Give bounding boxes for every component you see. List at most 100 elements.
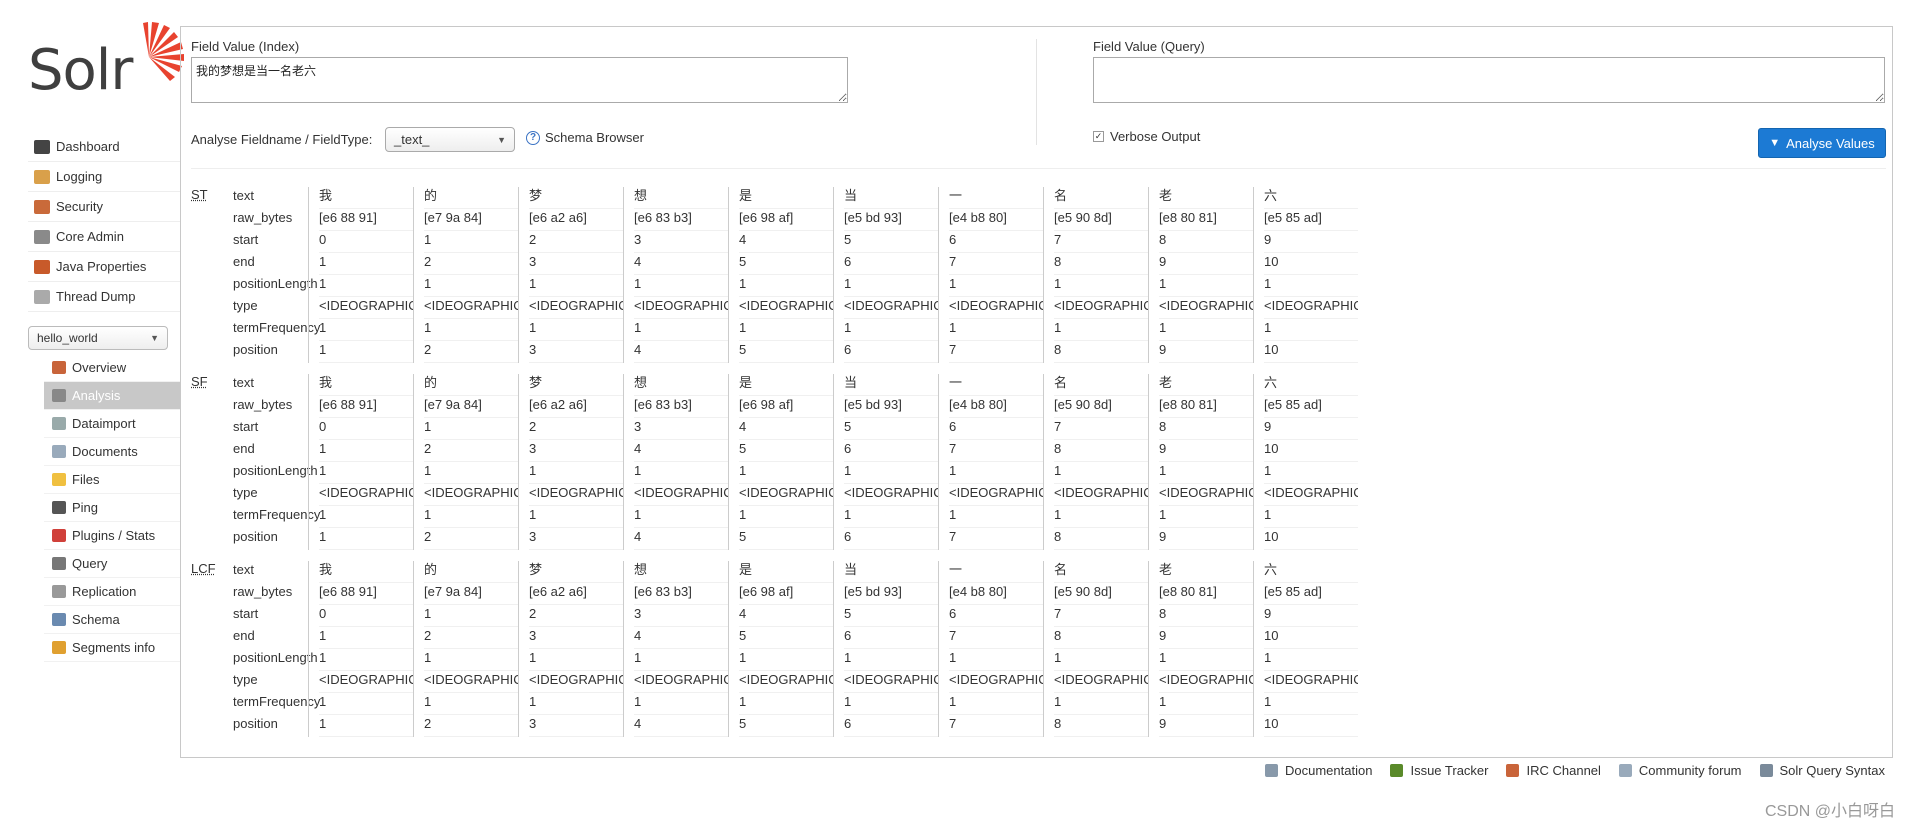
token-type: <IDEOGRAPHIC> — [1054, 671, 1148, 693]
core-nav-item-files[interactable]: Files — [44, 466, 180, 494]
stage-name[interactable]: SF — [191, 374, 208, 389]
token-end: 9 — [1159, 627, 1253, 649]
footer-link-documentation[interactable]: Documentation — [1265, 763, 1372, 778]
token-end: 7 — [949, 440, 1043, 462]
token-type: <IDEOGRAPHIC> — [1159, 484, 1253, 506]
verbose-output-checkbox[interactable]: ✓ Verbose Output — [1093, 129, 1200, 144]
core-nav-item-schema[interactable]: Schema — [44, 606, 180, 634]
token-end: 2 — [424, 627, 518, 649]
nav-item-thread-dump[interactable]: Thread Dump — [28, 282, 180, 312]
core-nav-item-label: Ping — [72, 500, 99, 515]
token-start: 1 — [424, 605, 518, 627]
token-text: 的 — [424, 187, 518, 209]
token-position: 2 — [424, 341, 518, 363]
core-nav-item-label: Files — [72, 472, 100, 487]
core-nav-item-label: Overview — [72, 360, 127, 375]
dataimport-icon — [52, 417, 66, 430]
core-nav-item-replication[interactable]: Replication — [44, 578, 180, 606]
token-column: 是[e6 98 af]451<IDEOGRAPHIC>15 — [728, 187, 833, 363]
token-text: 当 — [844, 561, 938, 583]
core-nav-item-ping[interactable]: Ping — [44, 494, 180, 522]
fieldtype-select[interactable]: _text_ ▼ — [385, 127, 515, 152]
query-value-field[interactable] — [1093, 57, 1885, 103]
token-positionlength: 1 — [424, 462, 518, 484]
token-text: 老 — [1159, 187, 1253, 209]
footer-link-community-forum[interactable]: Community forum — [1618, 763, 1742, 778]
analysis-icon — [52, 389, 66, 402]
nav-item-label: Java Properties — [56, 259, 147, 274]
token-end: 9 — [1159, 253, 1253, 275]
token-start: 7 — [1054, 231, 1148, 253]
token-raw_bytes: [e5 bd 93] — [844, 583, 938, 605]
nav-item-dashboard[interactable]: Dashboard — [28, 132, 180, 162]
nav-item-java-properties[interactable]: Java Properties — [28, 252, 180, 282]
token-column: 当[e5 bd 93]561<IDEOGRAPHIC>16 — [833, 374, 938, 550]
core-nav-item-segments-info[interactable]: Segments info — [44, 634, 180, 662]
token-raw_bytes: [e6 a2 a6] — [529, 209, 623, 231]
token-end: 4 — [634, 253, 728, 275]
token-type: <IDEOGRAPHIC> — [634, 671, 728, 693]
analyse-values-button[interactable]: ▼ Analyse Values — [1758, 128, 1886, 158]
divider — [1036, 39, 1037, 145]
token-type: <IDEOGRAPHIC> — [1264, 484, 1358, 506]
footer-link-solr-query-syntax[interactable]: Solr Query Syntax — [1759, 763, 1885, 778]
footer-link-label: IRC Channel — [1526, 763, 1601, 778]
token-positionlength: 1 — [1264, 275, 1358, 297]
token-position: 6 — [844, 341, 938, 363]
footer-link-irc-channel[interactable]: IRC Channel — [1506, 763, 1601, 778]
footer-link-issue-tracker[interactable]: Issue Tracker — [1390, 763, 1488, 778]
token-termfrequency: 1 — [949, 319, 1043, 341]
token-type: <IDEOGRAPHIC> — [949, 297, 1043, 319]
nav-item-security[interactable]: Security — [28, 192, 180, 222]
thread-dump-icon — [34, 289, 50, 304]
core-nav-item-plugins-stats[interactable]: Plugins / Stats — [44, 522, 180, 550]
token-text: 当 — [844, 374, 938, 396]
nav-item-core-admin[interactable]: Core Admin — [28, 222, 180, 252]
token-raw_bytes: [e4 b8 80] — [949, 209, 1043, 231]
token-type: <IDEOGRAPHIC> — [424, 671, 518, 693]
token-end: 9 — [1159, 440, 1253, 462]
stage-name[interactable]: ST — [191, 187, 208, 202]
token-position: 4 — [634, 715, 728, 737]
solr-logo[interactable]: Solr — [28, 20, 184, 103]
nav-item-logging[interactable]: Logging — [28, 162, 180, 192]
token-column: 名[e5 90 8d]781<IDEOGRAPHIC>18 — [1043, 374, 1148, 550]
token-type: <IDEOGRAPHIC> — [319, 484, 413, 506]
token-start: 2 — [529, 231, 623, 253]
token-positionlength: 1 — [1159, 462, 1253, 484]
token-start: 0 — [319, 605, 413, 627]
token-end: 5 — [739, 253, 833, 275]
token-end: 6 — [844, 627, 938, 649]
token-positionlength: 1 — [529, 649, 623, 671]
token-position: 7 — [949, 528, 1043, 550]
core-nav-item-analysis[interactable]: Analysis — [44, 382, 180, 410]
token-positionlength: 1 — [1054, 649, 1148, 671]
token-column: 是[e6 98 af]451<IDEOGRAPHIC>15 — [728, 374, 833, 550]
token-termfrequency: 1 — [319, 693, 413, 715]
index-value-label: Field Value (Index) — [191, 39, 300, 54]
divider — [191, 168, 1886, 169]
core-nav-item-documents[interactable]: Documents — [44, 438, 180, 466]
core-selector[interactable]: hello_world ▼ — [28, 326, 168, 350]
token-start: 8 — [1159, 231, 1253, 253]
token-termfrequency: 1 — [634, 506, 728, 528]
token-type: <IDEOGRAPHIC> — [634, 484, 728, 506]
index-value-field[interactable]: 我的梦想是当一名老六 — [191, 57, 848, 103]
schema-icon — [52, 613, 66, 626]
core-nav: Overview Analysis Dataimport Documents Files… — [44, 354, 180, 662]
core-nav-item-query[interactable]: Query — [44, 550, 180, 578]
token-text: 梦 — [529, 187, 623, 209]
core-nav-item-overview[interactable]: Overview — [44, 354, 180, 382]
token-end: 5 — [739, 627, 833, 649]
token-text: 想 — [634, 561, 728, 583]
token-text: 我 — [319, 187, 413, 209]
token-position: 4 — [634, 341, 728, 363]
token-positionlength: 1 — [634, 275, 728, 297]
token-end: 5 — [739, 440, 833, 462]
token-end: 8 — [1054, 253, 1148, 275]
core-nav-item-dataimport[interactable]: Dataimport — [44, 410, 180, 438]
schema-browser-link[interactable]: ? Schema Browser — [526, 130, 644, 145]
mail-icon — [1618, 764, 1632, 777]
token-text: 我 — [319, 561, 413, 583]
stage-name[interactable]: LCF — [191, 561, 216, 576]
